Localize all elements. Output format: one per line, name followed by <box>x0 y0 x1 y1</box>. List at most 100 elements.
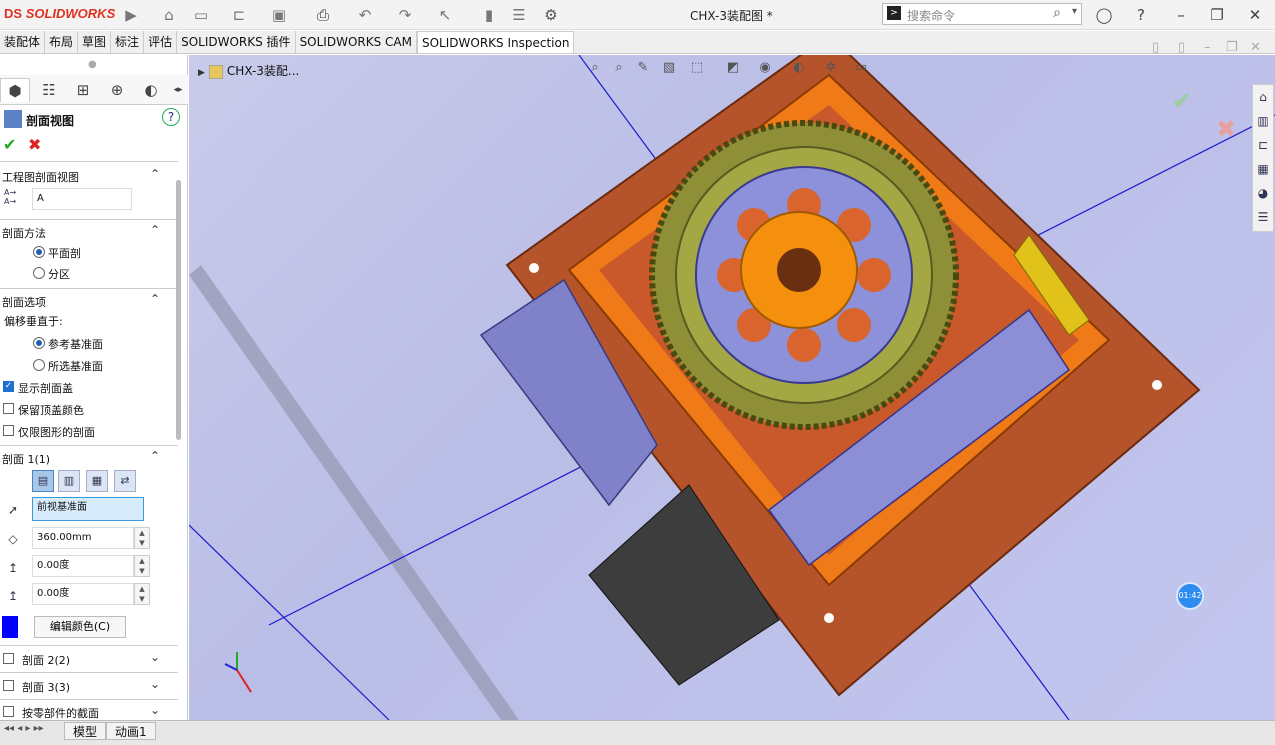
tree-root[interactable]: CHX-3装配... <box>227 64 299 78</box>
section-2-header[interactable]: 剖面 2(2) <box>22 652 70 668</box>
edit-color-button[interactable]: 编辑颜色(C) <box>34 616 126 638</box>
chevron-down-icon[interactable]: ⌄ <box>150 650 160 664</box>
reverse-direction-button[interactable]: ⇄ <box>114 470 136 492</box>
chevron-down-icon[interactable]: ⌄ <box>150 677 160 691</box>
select-pointer-icon[interactable]: ↖ <box>434 4 456 26</box>
tab-evaluate[interactable]: 评估 <box>144 31 178 53</box>
checkbox-section-2[interactable] <box>3 653 14 664</box>
reference-plane-field[interactable]: 前视基准面 <box>32 497 144 521</box>
tab-markup[interactable]: 标注 <box>111 31 145 53</box>
view-settings-icon[interactable]: ▭ <box>852 60 870 78</box>
user-account-icon[interactable]: ◯ <box>1093 4 1115 26</box>
open-folder-icon[interactable]: ⊏ <box>228 4 250 26</box>
view-palette-icon[interactable]: ▦ <box>1253 157 1273 181</box>
hide-show-icon[interactable]: ◉ <box>756 60 774 78</box>
tab-navigation-icon[interactable]: ◂◂ ◂ ▸ ▸▸ <box>4 723 44 734</box>
expand-arrow-icon[interactable]: ▶ <box>198 68 205 78</box>
viewport-tile-icon[interactable]: ▯ <box>1178 40 1185 55</box>
help-button[interactable]: ? <box>162 108 180 126</box>
angle-y-spinner[interactable]: ▲ ▼ <box>134 583 150 605</box>
close-icon[interactable]: ✕ <box>1244 4 1266 26</box>
zoom-to-area-icon[interactable]: ⌕ <box>610 60 628 78</box>
ok-check-icon[interactable]: ✔ <box>3 135 16 154</box>
file-properties-icon[interactable]: ☰ <box>508 4 530 26</box>
appearances-icon[interactable]: ◕ <box>1253 181 1273 205</box>
right-plane-button[interactable]: ▦ <box>86 470 108 492</box>
solidworks-logo[interactable]: DS SOLIDWORKS <box>4 6 115 21</box>
cancel-x-icon[interactable]: ✖ <box>1216 115 1236 143</box>
rebuild-icon[interactable]: ▮ <box>478 4 500 26</box>
undo-icon[interactable]: ↶ <box>354 4 376 26</box>
checkbox-keep-cap-color[interactable] <box>3 403 14 414</box>
dimxpert-icon[interactable]: ⊕ <box>102 78 132 102</box>
configuration-manager-icon[interactable]: ⊞ <box>68 78 98 102</box>
radio-planar-section[interactable] <box>33 246 45 258</box>
confirm-check-icon[interactable]: ✔ <box>1172 87 1192 115</box>
edit-appearance-icon[interactable]: ◐ <box>790 60 808 78</box>
search-dropdown-icon[interactable]: ▾ <box>1072 6 1077 17</box>
new-document-icon[interactable]: ▭ <box>190 4 212 26</box>
flyout-arrow-icon[interactable]: ▶ <box>120 4 142 26</box>
tabs-scroll-icon[interactable]: ◂▸ <box>170 78 186 102</box>
viewport-split-icon[interactable]: ▯ <box>1152 40 1159 55</box>
viewport-restore-icon[interactable]: ❐ <box>1226 40 1238 55</box>
section-drawing-header[interactable]: 工程图剖面视图 <box>2 169 79 185</box>
restore-icon[interactable]: ❐ <box>1206 4 1228 26</box>
panel-scrollbar[interactable] <box>176 180 181 440</box>
view-orientation-icon[interactable]: ⬚ <box>688 60 706 78</box>
tab-cam[interactable]: SOLIDWORKS CAM <box>296 31 417 53</box>
display-manager-icon[interactable]: ◐ <box>136 78 166 102</box>
chevron-up-icon[interactable]: ⌃ <box>150 223 160 237</box>
chevron-up-icon[interactable]: ⌃ <box>150 449 160 463</box>
minimize-icon[interactable]: – <box>1170 4 1192 26</box>
file-explorer-icon[interactable]: ⊏ <box>1253 133 1273 157</box>
graphics-viewport[interactable] <box>189 55 1275 720</box>
section-options-header[interactable]: 剖面选项 <box>2 294 46 310</box>
chevron-up-icon[interactable]: ⌃ <box>150 292 160 306</box>
chevron-down-icon[interactable]: ⌄ <box>150 703 160 717</box>
distance-spinner[interactable]: ▲ ▼ <box>134 527 150 549</box>
cancel-x-icon[interactable]: ✖ <box>28 135 41 154</box>
radio-reference-plane[interactable] <box>33 337 45 349</box>
tab-layout[interactable]: 布局 <box>45 31 79 53</box>
angle-y-field[interactable]: 0.00度 <box>32 583 134 605</box>
home-icon[interactable]: ⌂ <box>158 4 180 26</box>
options-gear-icon[interactable]: ⚙ <box>540 4 562 26</box>
feature-manager-icon[interactable]: ⬢ <box>0 78 30 102</box>
viewport-close-icon[interactable]: ✕ <box>1250 40 1261 55</box>
viewport-minimize-icon[interactable]: – <box>1204 40 1211 55</box>
section-view-icon[interactable]: ▧ <box>660 60 678 78</box>
checkbox-graphics-only[interactable] <box>3 425 14 436</box>
section-3-header[interactable]: 剖面 3(3) <box>22 679 70 695</box>
radio-zonal-section[interactable] <box>33 267 45 279</box>
tab-model[interactable]: 模型 <box>64 722 107 740</box>
angle-x-field[interactable]: 0.00度 <box>32 555 134 577</box>
tab-addins[interactable]: SOLIDWORKS 插件 <box>177 31 296 53</box>
design-library-icon[interactable]: ▥ <box>1253 109 1273 133</box>
zoom-to-fit-icon[interactable]: ⌕ <box>586 60 604 78</box>
by-part-header[interactable]: 按零部件的截面 <box>22 705 99 721</box>
display-style-icon[interactable]: ◩ <box>724 60 742 78</box>
tab-inspection[interactable]: SOLIDWORKS Inspection <box>416 31 575 53</box>
panel-grip-icon[interactable]: ● <box>88 59 97 70</box>
redo-icon[interactable]: ↷ <box>394 4 416 26</box>
section-1-header[interactable]: 剖面 1(1) <box>2 451 50 467</box>
feature-tree-flyout[interactable]: ▶ CHX-3装配... <box>198 62 299 79</box>
search-icon[interactable]: ⌕ <box>1053 5 1061 21</box>
tab-animation[interactable]: 动画1 <box>106 722 156 740</box>
search-commands[interactable]: > 搜索命令 ⌕ ▾ <box>882 3 1082 25</box>
top-plane-button[interactable]: ▥ <box>58 470 80 492</box>
tab-sketch[interactable]: 草图 <box>78 31 112 53</box>
save-icon[interactable]: ▣ <box>268 4 290 26</box>
radio-selected-plane[interactable] <box>33 359 45 371</box>
section-method-header[interactable]: 剖面方法 <box>2 225 46 241</box>
label-field[interactable]: A <box>32 188 132 210</box>
tab-assembly[interactable]: 装配体 <box>0 31 46 53</box>
apply-scene-icon[interactable]: ✲ <box>822 60 840 78</box>
property-manager-icon[interactable]: ☷ <box>34 78 64 102</box>
custom-properties-icon[interactable]: ☰ <box>1253 205 1273 229</box>
distance-field[interactable]: 360.00mm <box>32 527 134 549</box>
front-plane-button[interactable]: ▤ <box>32 470 54 492</box>
checkbox-show-section-cap[interactable]: ✓ <box>3 381 14 392</box>
checkbox-section-3[interactable] <box>3 680 14 691</box>
